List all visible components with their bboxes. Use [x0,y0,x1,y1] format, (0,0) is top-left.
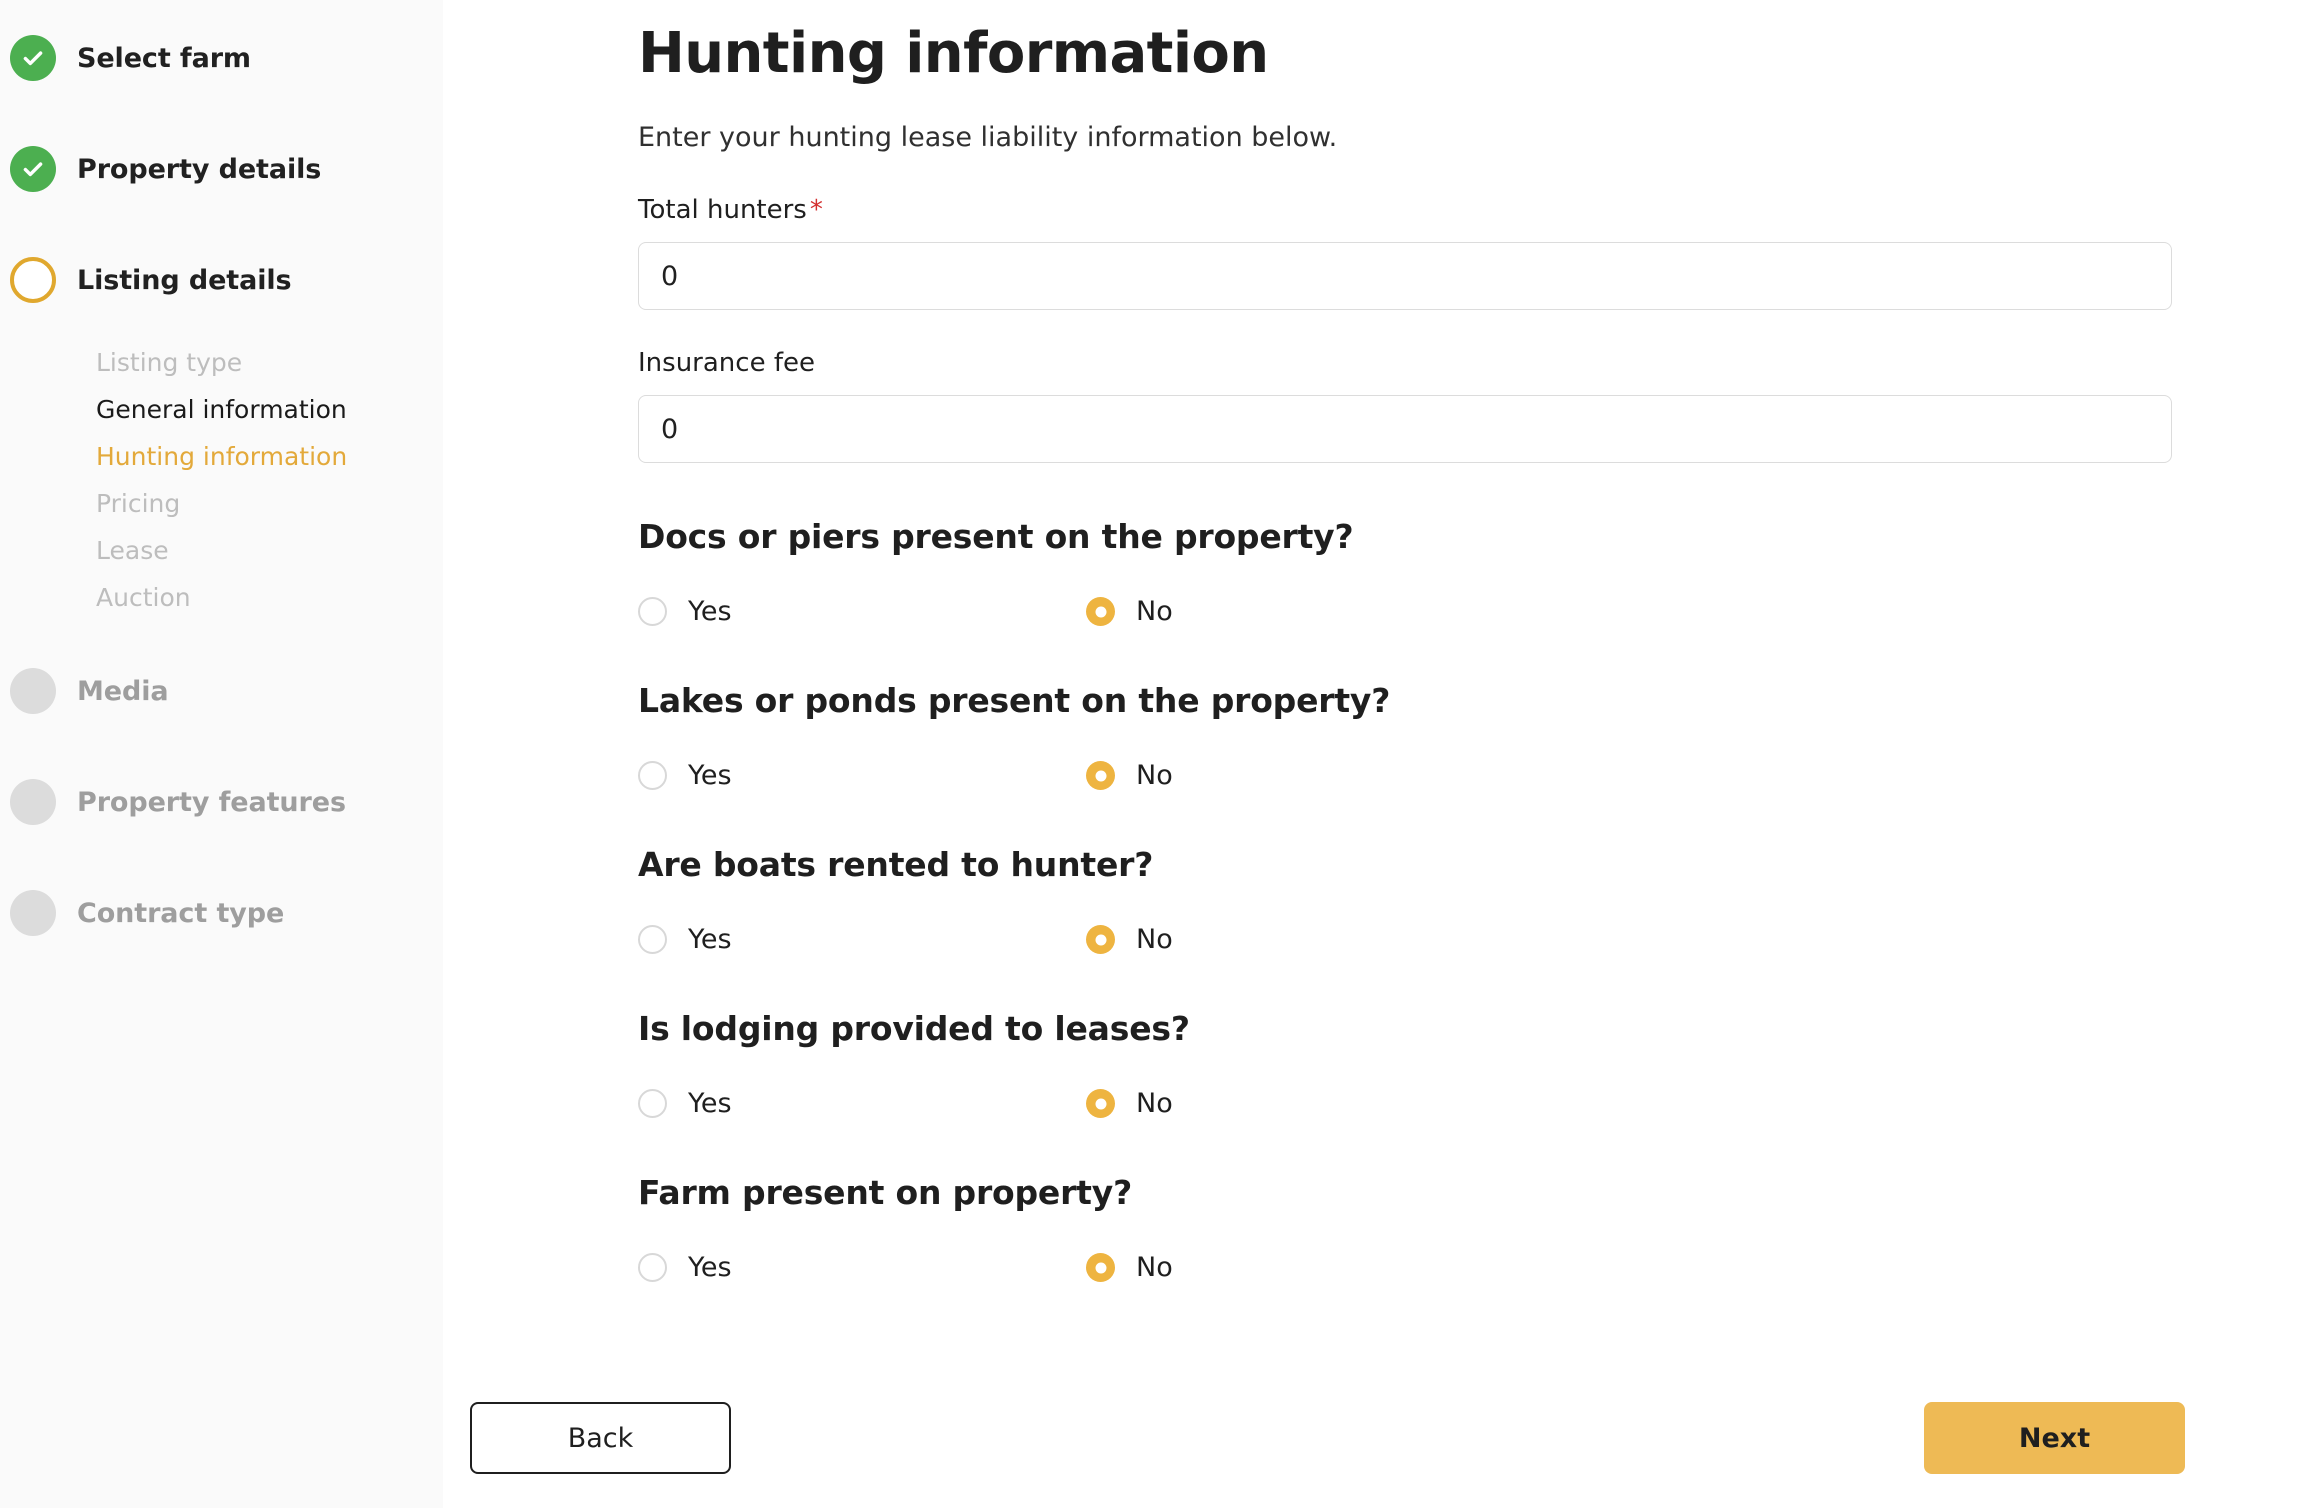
radio-option-label: Yes [688,596,732,628]
sidebar-substep-label: General information [96,395,347,424]
circle-filled-icon [10,668,56,714]
sidebar-substep-auction[interactable]: Auction [96,574,443,621]
field-insurance-fee: Insurance fee [638,348,2172,464]
radio-option-label: No [1136,596,1173,628]
question-boats-rented: Are boats rented to hunter? Yes No [638,845,2092,955]
check-icon [10,35,56,81]
sidebar-step-property-details[interactable]: Property details [0,139,443,199]
sidebar-step-label: Contract type [77,897,285,929]
sidebar-step-contract-type[interactable]: Contract type [0,883,443,943]
radio-option-label: No [1136,924,1173,956]
sidebar-substep-label: Pricing [96,489,181,518]
question-farm-present: Farm present on property? Yes No [638,1173,2092,1283]
back-button[interactable]: Back [470,1402,731,1474]
sidebar-substep-listing-type[interactable]: Listing type [96,339,443,386]
radio-circle-selected-icon[interactable] [1086,925,1115,955]
sidebar-step-select-farm[interactable]: Select farm [0,28,443,88]
question-lakes-or-ponds: Lakes or ponds present on the property? … [638,681,2092,791]
question-docs-or-piers: Docs or piers present on the property? Y… [638,517,2092,627]
circle-filled-icon [10,890,56,936]
radio-option-no[interactable]: No [1086,1252,1534,1283]
radio-option-label: Yes [688,760,732,792]
radio-option-label: No [1136,1088,1173,1120]
sidebar-substep-list: Listing type General information Hunting… [0,339,443,621]
radio-option-label: No [1136,760,1173,792]
radio-option-yes[interactable]: Yes [638,760,1086,791]
radio-option-no[interactable]: No [1086,1088,1534,1119]
radio-circle-icon[interactable] [638,1089,667,1119]
sidebar-step-property-features[interactable]: Property features [0,772,443,832]
radio-circle-selected-icon[interactable] [1086,1089,1115,1119]
listing-wizard-page: Select farm Property details Listing det… [0,0,2324,1508]
total-hunters-input[interactable] [638,242,2172,311]
insurance-fee-label: Insurance fee [638,348,815,379]
form-scroll-area[interactable]: Hunting information Enter your hunting l… [443,0,2324,1368]
radio-option-label: Yes [688,924,732,956]
question-title: Docs or piers present on the property? [638,517,1354,557]
check-icon [10,146,56,192]
radio-circle-icon[interactable] [638,1253,667,1283]
sidebar-substep-label: Lease [96,536,169,565]
total-hunters-label: Total hunters * [638,195,2092,225]
question-lodging-provided: Is lodging provided to leases? Yes No [638,1009,2092,1119]
field-total-hunters: Total hunters * [638,195,2172,311]
radio-option-yes[interactable]: Yes [638,596,1086,627]
radio-circle-icon[interactable] [638,597,667,627]
radio-group: Yes No [638,1088,2092,1119]
wizard-sidebar: Select farm Property details Listing det… [0,0,443,1508]
sidebar-step-label: Media [77,675,169,707]
sidebar-substep-label: Listing type [96,348,243,377]
radio-option-no[interactable]: No [1086,760,1534,791]
sidebar-substep-label: Hunting information [96,442,348,471]
form-content: Hunting information Enter your hunting l… [443,0,2324,1283]
radio-option-yes[interactable]: Yes [638,1252,1086,1283]
sidebar-substep-hunting-information[interactable]: Hunting information [96,433,443,480]
required-asterisk: * [809,195,823,226]
radio-option-no[interactable]: No [1086,596,1534,627]
radio-option-yes[interactable]: Yes [638,924,1086,955]
main-panel: Hunting information Enter your hunting l… [443,0,2324,1508]
next-button[interactable]: Next [1924,1402,2185,1474]
question-title: Is lodging provided to leases? [638,1009,1190,1049]
question-title: Farm present on property? [638,1173,1133,1213]
sidebar-step-label: Listing details [77,264,292,296]
sidebar-step-listing-details[interactable]: Listing details [0,250,443,310]
radio-option-label: Yes [688,1088,732,1120]
question-title: Are boats rented to hunter? [638,845,1154,885]
circle-filled-icon [10,779,56,825]
sidebar-substep-pricing[interactable]: Pricing [96,480,443,527]
sidebar-substep-lease[interactable]: Lease [96,527,443,574]
radio-group: Yes No [638,596,2092,627]
sidebar-step-label: Property features [77,786,346,818]
total-hunters-label-text: Total hunters [638,195,807,226]
wizard-footer: Back Next [443,1368,2324,1508]
radio-circle-icon[interactable] [638,761,667,791]
radio-circle-selected-icon[interactable] [1086,761,1115,791]
sidebar-substep-label: Auction [96,583,191,612]
radio-circle-selected-icon[interactable] [1086,1253,1115,1283]
question-title: Lakes or ponds present on the property? [638,681,1391,721]
radio-option-label: No [1136,1252,1173,1284]
radio-group: Yes No [638,924,2092,955]
sidebar-step-media[interactable]: Media [0,661,443,721]
radio-group: Yes No [638,760,2092,791]
radio-circle-icon[interactable] [638,925,667,955]
page-title: Hunting information [638,21,1269,86]
radio-option-no[interactable]: No [1086,924,1534,955]
insurance-fee-input[interactable] [638,395,2172,464]
sidebar-step-label: Property details [77,153,322,185]
radio-circle-selected-icon[interactable] [1086,597,1115,627]
circle-outline-icon [10,257,56,303]
sidebar-step-label: Select farm [77,42,251,74]
radio-option-label: Yes [688,1252,732,1284]
radio-group: Yes No [638,1252,2092,1283]
sidebar-substep-general-information[interactable]: General information [96,386,443,433]
radio-option-yes[interactable]: Yes [638,1088,1086,1119]
page-subtitle: Enter your hunting lease liability infor… [638,122,1338,154]
